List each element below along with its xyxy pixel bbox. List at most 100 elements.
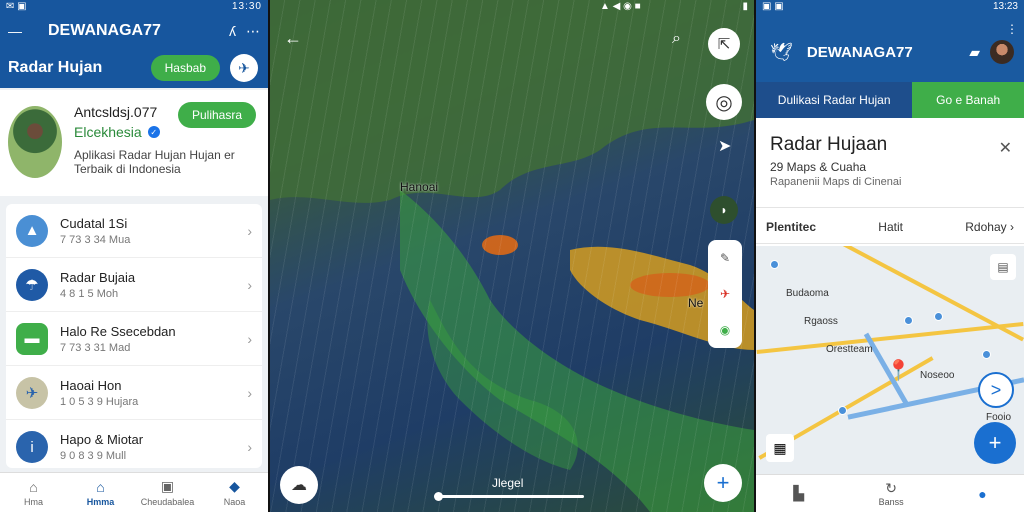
list-item-title: Halo Re Ssecebdan	[60, 323, 176, 339]
radar-icon: ☂	[16, 268, 48, 301]
nav-schedule[interactable]: ▣ Cheudabalea	[134, 473, 201, 512]
next-icon[interactable]: >	[978, 372, 1014, 408]
qr-code-icon[interactable]: ▦	[766, 434, 794, 462]
poi-marker[interactable]	[934, 312, 943, 321]
action-icon[interactable]: ʎ	[229, 23, 236, 39]
play-radar-icon[interactable]: ☁	[280, 466, 318, 504]
list-item[interactable]: ✈ Haoai Hon 1 0 5 3 9 Hujara ›	[6, 366, 262, 420]
filter-left[interactable]: Plentitec	[766, 220, 816, 234]
back-arrow-icon[interactable]: ←	[284, 28, 302, 49]
layers-icon[interactable]: ◗	[710, 196, 738, 224]
list-item[interactable]: ▬ Halo Re Ssecebdan 7 73 3 31 Mad ›	[6, 312, 262, 366]
poi-marker[interactable]	[838, 406, 847, 415]
map-tools: ✎ ✈ ◉	[708, 240, 742, 348]
list-item-sub: 7 73 3 34 Mua	[60, 233, 131, 246]
back-icon[interactable]: —	[8, 23, 22, 39]
notification-icon: ●	[978, 485, 987, 502]
nav-home[interactable]: ⌂ Hma	[0, 473, 67, 512]
nav-notifications[interactable]: ●	[978, 486, 986, 502]
map-label: Noseoo	[920, 370, 955, 381]
tool-check-icon[interactable]: ◉	[720, 323, 730, 337]
chevron-right-icon: ›	[247, 276, 252, 293]
avatar	[6, 104, 64, 180]
list-item-title: Haoai Hon	[60, 377, 122, 393]
info-card: Radar Hujaan 29 Maps & Cuaha Rapanenii M…	[756, 120, 1024, 208]
nav-home-active[interactable]: ⌂ Hmma	[67, 473, 134, 512]
filter-mid[interactable]: Hatit	[878, 220, 903, 234]
search-icon[interactable]: ⌕	[672, 30, 681, 48]
verified-icon: ✓	[147, 126, 160, 138]
add-fab-icon[interactable]: +	[974, 422, 1016, 464]
info-subtitle: 29 Maps & Cuaha	[770, 160, 867, 174]
follow-button[interactable]: Pulihasra	[177, 102, 256, 128]
more-vert-icon[interactable]: ⋮	[1006, 22, 1018, 36]
nav-label: Naoa	[223, 497, 246, 507]
tab-banner[interactable]: Go e Banah	[912, 82, 1024, 118]
list-item[interactable]: i Hapo & Miotar 9 0 8 3 9 Mull ›	[6, 420, 262, 474]
chevron-right-icon: ›	[247, 222, 252, 239]
timeline-handle[interactable]	[434, 492, 443, 501]
spiral-icon[interactable]: ◎	[706, 84, 742, 120]
chevron-right-icon: ›	[247, 439, 252, 455]
menu-list: ▲ Cudatal 1Si 7 73 3 34 Mua › ☂ Radar Bu…	[6, 204, 262, 468]
nav-label: Hma	[23, 496, 43, 507]
filter-right[interactable]: Rdohay ›	[965, 220, 1014, 234]
add-icon[interactable]: +	[704, 464, 742, 502]
share-icon[interactable]: ⇱	[708, 28, 740, 60]
list-item[interactable]: ☂ Radar Bujaia 4 8 1 5 Moh ›	[6, 258, 262, 312]
rain-streaks	[270, 0, 754, 512]
tab-bar: Dulikasi Radar Hujan Go e Banah	[756, 82, 1024, 118]
profile-settings-icon[interactable]: ✈	[230, 54, 258, 82]
status-icons-left: ✉ ▣	[6, 1, 27, 12]
nav-banss[interactable]: ↻ Banss	[879, 480, 904, 507]
nav-map[interactable]: ▙	[793, 485, 804, 502]
radar-map-panel: ▲ ◀ ◉ ■ ▮ ← ⌕ ⇱ ◎ ➤ ◗ ✎ ✈ ◉ Hanoai Ne ☁ …	[270, 0, 754, 512]
profile-card: Antcsldsj.077 Elcekhesia ✓ Aplikasi Rada…	[0, 90, 268, 196]
list-item[interactable]: ▲ Cudatal 1Si 7 73 3 34 Mua ›	[6, 204, 262, 258]
street-map[interactable]: Budaoma Rgaoss Orestteam Noseoo Fooio 📍 …	[756, 246, 1024, 474]
layers-toggle-icon[interactable]: ▤	[990, 254, 1016, 280]
tab-radar[interactable]: Dulikasi Radar Hujan	[756, 82, 913, 118]
bottom-nav: ⌂ Hma ⌂ Hmma ▣ Cheudabalea ◆ Naoa	[0, 472, 268, 512]
header-action-button[interactable]: Hasbab	[150, 55, 220, 81]
message-icon[interactable]: ▰	[969, 44, 980, 61]
status-bar: ▲ ◀ ◉ ■ ▮	[594, 0, 754, 14]
navigate-icon[interactable]: ➤	[718, 136, 731, 156]
page-title: Radar Hujan	[8, 59, 103, 76]
location-pin-icon[interactable]: 📍	[886, 358, 911, 383]
info-caption: Rapanenii Maps di Cinenai	[770, 176, 902, 188]
timeline-slider[interactable]	[434, 492, 584, 501]
refresh-icon: ↻	[885, 480, 898, 496]
close-icon[interactable]: ✕	[999, 138, 1012, 158]
poi-marker[interactable]	[770, 260, 779, 269]
nav-alerts[interactable]: ◆ Naoa	[201, 473, 268, 512]
status-time: 13:23	[992, 1, 1018, 12]
status-bar: ✉ ▣ 13:30	[0, 0, 268, 14]
nav-label: Hmma	[86, 496, 115, 507]
more-icon[interactable]: ⋯	[246, 23, 260, 40]
map-detail-panel: ▣ ▣ 13:23 🕊 DEWANAGA77 ▰ ⋮ Dulikasi Rada…	[756, 0, 1024, 512]
chevron-right-icon: ›	[247, 384, 252, 401]
tool-pen-icon[interactable]: ✎	[720, 251, 730, 265]
list-item-title: Radar Bujaia	[60, 269, 136, 285]
list-item-title: Cudatal 1Si	[60, 215, 128, 231]
app-home-panel: ✉ ▣ 13:30 — DEWANAGA77 ʎ ⋯ Radar Hujan H…	[0, 0, 268, 512]
shield-icon: ◆	[229, 478, 240, 494]
status-icons: ▲ ◀ ◉ ■	[600, 1, 641, 12]
app-name: DEWANAGA77	[48, 22, 161, 39]
map-fold-icon: ▙	[793, 485, 805, 501]
timeline-label: Jlegel	[492, 476, 524, 490]
poi-marker[interactable]	[904, 316, 913, 325]
tool-plane-icon[interactable]: ✈	[720, 287, 730, 301]
plane-icon: ✈	[16, 376, 48, 409]
profile-subtitle-text: Elcekhesia	[74, 124, 142, 140]
dove-icon: 🕊	[770, 41, 793, 62]
home-icon: ⌂	[96, 478, 105, 495]
bottom-nav: ▙ ↻ Banss ●	[756, 474, 1024, 512]
status-battery: ▮	[742, 1, 748, 12]
radar-map[interactable]	[270, 0, 754, 512]
poi-marker[interactable]	[982, 350, 991, 359]
avatar[interactable]	[990, 40, 1014, 64]
status-icons-left: ▣ ▣	[762, 1, 784, 12]
profile-description: Aplikasi Radar Hujan Hujan er Terbaik di…	[74, 148, 235, 176]
